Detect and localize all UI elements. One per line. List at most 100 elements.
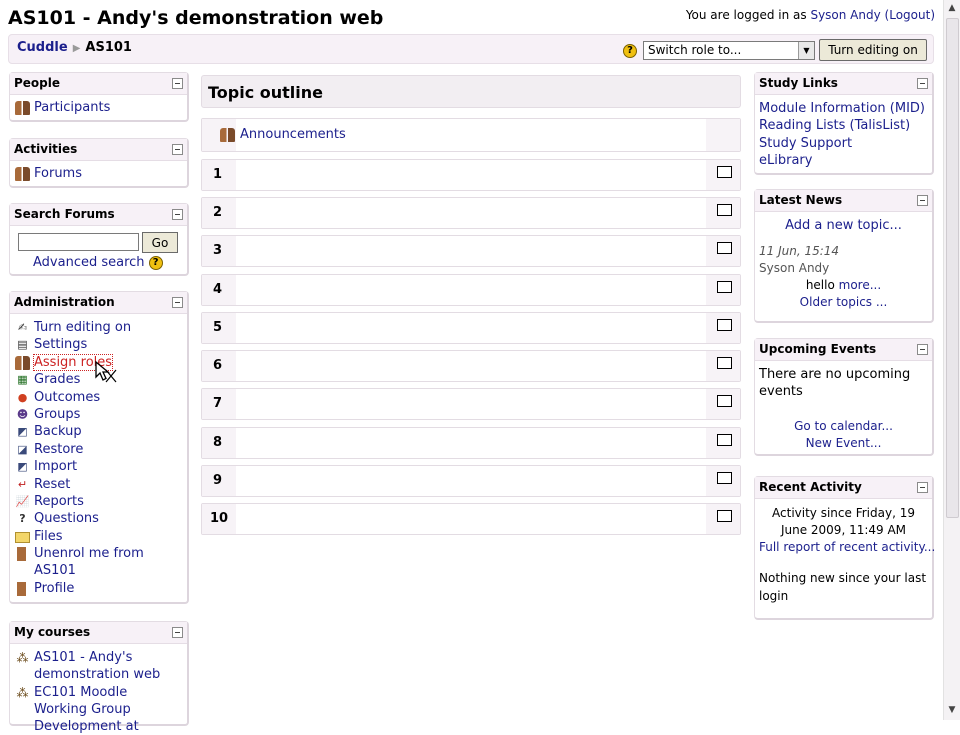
admin-item-unenrol[interactable]: Unenrol me from AS101 [14,545,183,580]
admin-item-restore[interactable]: ◪ Restore [14,441,183,458]
admin-item-backup[interactable]: ◩ Backup [14,423,183,440]
show-only-topic-icon[interactable] [717,395,732,407]
roles-icon [15,355,30,370]
study-link-module-information[interactable]: Module Information (MID) [759,101,925,116]
settings-icon: ▤ [17,338,28,352]
collapse-icon[interactable] [917,78,928,89]
go-to-calendar-link[interactable]: Go to calendar... [794,419,893,433]
administration-block-title: Administration [10,292,187,314]
reports-icon: 📈 [15,494,30,508]
new-event-link[interactable]: New Event... [806,436,882,450]
participants-link[interactable]: Participants [14,99,183,116]
scrollbar-thumb[interactable] [946,18,959,518]
admin-item-reset[interactable]: ↵ Reset [14,476,183,493]
show-only-topic-icon[interactable] [717,166,732,178]
admin-item-questions[interactable]: ? Questions [14,510,183,527]
questions-icon: ? [19,512,26,526]
user-profile-link[interactable]: Syson Andy [810,8,880,22]
show-only-topic-icon[interactable] [717,357,732,369]
collapse-icon[interactable] [172,627,183,638]
help-icon[interactable]: ? [623,44,637,58]
backup-icon: ◩ [17,425,28,439]
breadcrumb-home-link[interactable]: Cuddle [17,40,68,55]
news-author: Syson Andy [759,261,830,275]
study-link-reading-lists[interactable]: Reading Lists (TalisList) [759,118,910,133]
admin-item-files[interactable]: Files [14,528,183,545]
reset-icon: ↵ [17,477,28,491]
switch-role-value: Switch role to... [648,43,742,57]
admin-item-groups[interactable]: ☻ Groups [14,406,183,423]
collapse-icon[interactable] [917,344,928,355]
search-forums-input[interactable] [18,233,139,251]
search-go-button[interactable]: Go [142,232,178,253]
folder-icon [15,531,30,543]
login-prefix: You are logged in as [685,8,807,22]
admin-item-import[interactable]: ◩ Import [14,458,183,475]
latest-news-block: Latest News Add a new topic... 11 Jun, 1… [754,189,934,323]
older-topics-link[interactable]: Older topics ... [800,295,888,309]
search-forums-block-title: Search Forums [10,204,187,226]
logout-link[interactable]: (Logout) [885,8,935,22]
collapse-icon[interactable] [917,482,928,493]
course-link-ec101[interactable]: ⁂ EC101 Moodle Working Group Development … [14,684,183,734]
admin-item-turn-editing-on[interactable]: ✍ Turn editing on [14,319,183,336]
course-icon: ⁂ [16,651,29,665]
admin-item-settings[interactable]: ▤ Settings [14,336,183,353]
topic-row: 6 [201,350,741,382]
news-more-link[interactable]: more... [839,278,882,292]
collapse-icon[interactable] [917,195,928,206]
full-report-link[interactable]: Full report of recent activity... [759,540,935,554]
edit-icon: ✍ [17,321,28,334]
dropdown-arrow-icon[interactable]: ▼ [798,42,814,59]
add-new-topic-link[interactable]: Add a new topic... [785,218,902,233]
restore-icon: ◪ [17,442,28,456]
show-only-topic-icon[interactable] [717,242,732,254]
import-icon: ◩ [17,460,28,474]
news-post-text: hello [805,278,835,292]
advanced-search-link[interactable]: Advanced search [33,255,145,270]
collapse-icon[interactable] [172,144,183,155]
topic-number: 9 [202,466,236,496]
switch-role-select[interactable]: Switch role to... ▼ [643,41,815,60]
scroll-down-icon[interactable]: ▼ [947,705,957,715]
topic-row: 8 [201,427,741,459]
people-block: People Participants [9,72,189,122]
admin-item-reports[interactable]: 📈 Reports [14,493,183,510]
no-events-text: There are no upcoming events [759,367,911,399]
activity-since-text: Activity since Friday, 19 June 2009, 11:… [772,506,915,537]
topic-row: 4 [201,274,741,306]
forum-icon [15,167,30,181]
announcements-link[interactable]: Announcements [220,127,346,142]
breadcrumb: Cuddle ▶ AS101 [17,40,132,55]
my-courses-block: My courses ⁂ AS101 - Andy's demonstration… [9,621,189,734]
show-only-topic-icon[interactable] [717,434,732,446]
show-only-topic-icon[interactable] [717,510,732,522]
grades-icon: ▦ [17,373,28,387]
show-only-topic-icon[interactable] [717,204,732,216]
show-only-topic-icon[interactable] [717,281,732,293]
study-link-elibrary[interactable]: eLibrary [759,153,812,168]
help-icon[interactable]: ? [148,255,163,270]
course-link-as101[interactable]: ⁂ AS101 - Andy's demonstration web [14,649,183,684]
announcements-row: Announcements [201,118,741,152]
show-only-topic-icon[interactable] [717,319,732,331]
topic-row: 3 [201,235,741,267]
study-links-block: Study Links Module Information (MID) Rea… [754,72,934,175]
turn-editing-on-button[interactable]: Turn editing on [819,39,927,61]
collapse-icon[interactable] [172,297,183,308]
collapse-icon[interactable] [172,78,183,89]
admin-item-profile[interactable]: Profile [14,580,183,597]
page-scrollbar[interactable]: ▲ ▼ [943,0,960,720]
my-courses-block-title: My courses [10,622,187,644]
admin-item-outcomes[interactable]: ● Outcomes [14,389,183,406]
people-block-title: People [10,73,187,95]
profile-icon [17,582,26,597]
topic-row: 1 [201,159,741,191]
show-only-topic-icon[interactable] [717,472,732,484]
study-link-study-support[interactable]: Study Support [759,136,852,151]
forums-link[interactable]: Forums [14,165,183,182]
collapse-icon[interactable] [172,209,183,220]
navbar: Cuddle ▶ AS101 ? Switch role to... ▼ Turn … [8,34,934,64]
scroll-up-icon[interactable]: ▲ [947,3,957,13]
topic-number: 1 [202,160,236,190]
